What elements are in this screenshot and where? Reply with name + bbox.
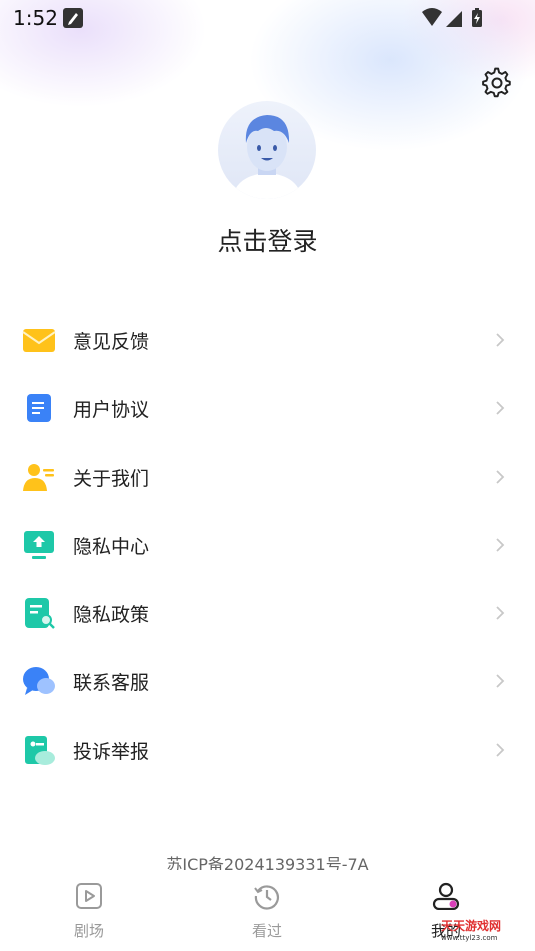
- tab-label: 看过: [251, 922, 282, 940]
- settings-menu: 意见反馈 用户协议 关于我们 隐私中心 隐私政策 联系客服 投诉举报: [0, 306, 535, 784]
- chevron-right-icon: [496, 674, 505, 689]
- battery-icon: [472, 8, 482, 27]
- menu-item-about-us[interactable]: 关于我们: [0, 443, 535, 511]
- menu-item-label: 关于我们: [73, 467, 150, 490]
- menu-item-feedback[interactable]: 意见反馈: [0, 306, 535, 374]
- menu-item-customer-service[interactable]: 联系客服: [0, 647, 535, 715]
- status-time: 1:52: [13, 6, 58, 30]
- chevron-right-icon: [496, 469, 505, 484]
- status-bar: 1:52: [0, 0, 535, 36]
- menu-item-label: 联系客服: [73, 672, 150, 695]
- login-prompt[interactable]: 点击登录: [0, 222, 535, 258]
- profile-icon: [432, 882, 460, 910]
- history-clock-icon: [254, 885, 279, 910]
- chat-bubble-icon: [23, 667, 55, 696]
- watermark: 天天游戏网 www.ttyl23.com: [441, 917, 501, 942]
- tab-label: 剧场: [73, 922, 104, 940]
- chevron-right-icon: [496, 743, 505, 757]
- signal-icon: [446, 11, 462, 27]
- play-square-icon: [76, 883, 102, 909]
- document-icon: [27, 394, 51, 423]
- tab-history[interactable]: 看过: [207, 870, 327, 951]
- menu-item-report[interactable]: 投诉举报: [0, 716, 535, 784]
- menu-item-privacy-center[interactable]: 隐私中心: [0, 511, 535, 579]
- tab-theater[interactable]: 剧场: [29, 870, 149, 951]
- notepad-icon: [63, 8, 83, 28]
- chevron-right-icon: [496, 538, 505, 552]
- menu-item-label: 隐私政策: [73, 604, 150, 627]
- watermark-text: 天天游戏网: [441, 919, 502, 933]
- avatar[interactable]: [218, 101, 316, 199]
- policy-search-icon: [25, 598, 55, 630]
- chevron-right-icon: [496, 606, 505, 620]
- user-info-icon: [23, 463, 54, 491]
- chevron-right-icon: [496, 401, 505, 415]
- system-icons: [421, 7, 497, 33]
- watermark-url: www.ttyl23.com: [441, 934, 498, 942]
- menu-item-label: 投诉举报: [73, 740, 150, 763]
- upload-monitor-icon: [24, 530, 54, 559]
- menu-item-label: 意见反馈: [73, 331, 150, 353]
- report-icon: [25, 735, 55, 765]
- settings-gear-icon[interactable]: [481, 67, 513, 99]
- wifi-icon: [422, 8, 442, 26]
- chevron-right-icon: [496, 333, 505, 347]
- menu-item-user-agreement[interactable]: 用户协议: [0, 374, 535, 442]
- menu-item-privacy-policy[interactable]: 隐私政策: [0, 579, 535, 647]
- menu-item-label: 用户协议: [73, 399, 150, 422]
- menu-item-label: 隐私中心: [73, 535, 150, 558]
- envelope-icon: [22, 329, 56, 352]
- default-avatar-icon: [232, 115, 302, 199]
